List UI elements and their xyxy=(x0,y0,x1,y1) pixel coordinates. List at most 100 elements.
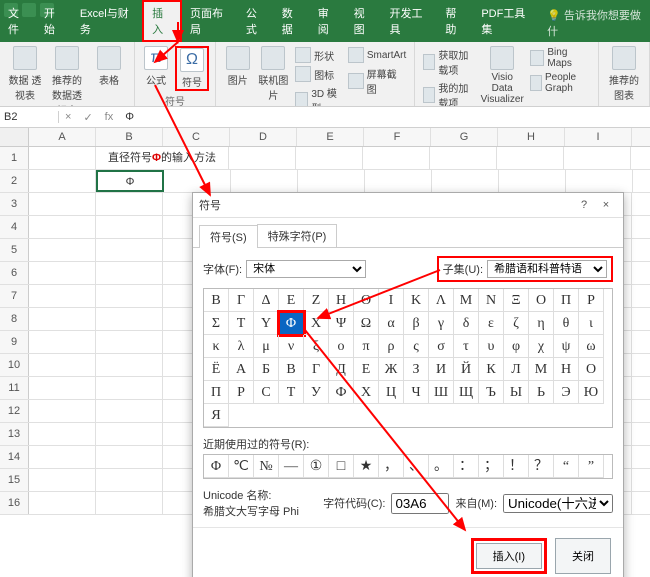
cell[interactable] xyxy=(29,308,96,330)
symbol-cell[interactable]: θ xyxy=(554,312,579,335)
symbol-cell[interactable]: σ xyxy=(429,335,454,358)
btn-rec-pivot[interactable]: 推荐的 数据透视表 xyxy=(48,46,86,107)
fx-value[interactable]: Φ xyxy=(119,111,140,123)
cell[interactable] xyxy=(29,147,96,169)
cell[interactable] xyxy=(29,170,96,192)
symbol-cell[interactable]: Π xyxy=(554,289,579,312)
row-header[interactable]: 5 xyxy=(0,239,29,261)
cell[interactable] xyxy=(96,285,163,307)
tab-home[interactable]: 开始 xyxy=(36,2,72,42)
symbol-cell[interactable]: Щ xyxy=(454,381,479,404)
fx-enter[interactable]: ✓ xyxy=(77,111,98,124)
subset-select[interactable]: 希腊语和科普特语 xyxy=(487,260,607,278)
symbol-cell[interactable]: Ш xyxy=(429,381,454,404)
symbol-cell[interactable]: Г xyxy=(304,358,329,381)
btn-shapes[interactable]: 形状 xyxy=(293,46,342,64)
symbol-cell[interactable]: Ε xyxy=(279,289,304,312)
symbol-cell[interactable]: Б xyxy=(254,358,279,381)
btn-symbol[interactable]: Ω符号 xyxy=(175,46,209,91)
insert-button[interactable]: 插入(I) xyxy=(476,543,542,569)
cell[interactable] xyxy=(96,331,163,353)
row-header[interactable]: 11 xyxy=(0,377,29,399)
tab-review[interactable]: 审阅 xyxy=(310,2,346,42)
recent-symbol-cell[interactable]: — xyxy=(279,455,304,478)
recent-symbol-cell[interactable]: ？ xyxy=(529,455,554,478)
recent-symbol-cell[interactable]: ！ xyxy=(504,455,529,478)
symbol-cell[interactable]: Ё xyxy=(204,358,229,381)
row-header[interactable]: 16 xyxy=(0,492,29,514)
dialog-tab-symbols[interactable]: 符号(S) xyxy=(199,225,258,248)
symbol-cell[interactable]: Ρ xyxy=(579,289,604,312)
cell[interactable] xyxy=(96,423,163,445)
row-header[interactable]: 15 xyxy=(0,469,29,491)
cell[interactable] xyxy=(430,147,497,169)
symbol-cell[interactable]: Χ xyxy=(304,312,329,335)
symbol-cell[interactable]: П xyxy=(204,381,229,404)
symbol-cell[interactable]: Υ xyxy=(254,312,279,335)
symbol-cell[interactable]: ψ xyxy=(554,335,579,358)
symbol-cell[interactable]: Ζ xyxy=(304,289,329,312)
dialog-tab-special[interactable]: 特殊字符(P) xyxy=(257,224,338,247)
btn-3d-model[interactable]: 3D 模型 xyxy=(293,84,342,107)
symbol-cell[interactable]: Τ xyxy=(229,312,254,335)
symbol-cell[interactable]: ς xyxy=(404,335,429,358)
symbol-cell[interactable]: π xyxy=(354,335,379,358)
cell[interactable] xyxy=(365,170,432,192)
recent-symbol-cell[interactable]: ； xyxy=(479,455,504,478)
symbol-cell[interactable]: Ф xyxy=(329,381,354,404)
close-button[interactable]: 关闭 xyxy=(555,538,611,574)
cell[interactable] xyxy=(363,147,430,169)
symbol-cell[interactable]: Ξ xyxy=(504,289,529,312)
symbol-cell[interactable]: κ xyxy=(204,335,229,358)
name-box[interactable]: B2 xyxy=(0,111,59,123)
symbol-cell[interactable]: υ xyxy=(479,335,504,358)
symbol-cell[interactable]: Ψ xyxy=(329,312,354,335)
row-header[interactable]: 13 xyxy=(0,423,29,445)
tab-help[interactable]: 帮助 xyxy=(437,2,473,42)
col-header[interactable]: E xyxy=(297,128,364,146)
symbol-cell[interactable]: Й xyxy=(454,358,479,381)
symbol-cell[interactable]: Η xyxy=(329,289,354,312)
row-header[interactable]: 1 xyxy=(0,147,29,169)
symbol-cell[interactable]: Д xyxy=(329,358,354,381)
col-header[interactable]: F xyxy=(364,128,431,146)
symbol-cell[interactable]: В xyxy=(279,358,304,381)
symbol-cell[interactable]: ζ xyxy=(504,312,529,335)
symbol-cell[interactable]: Ι xyxy=(379,289,404,312)
btn-picture[interactable]: 图片 xyxy=(222,46,254,87)
cell[interactable] xyxy=(96,377,163,399)
row-header[interactable]: 9 xyxy=(0,331,29,353)
cell[interactable] xyxy=(296,147,363,169)
tab-pdf[interactable]: PDF工具集 xyxy=(473,2,539,42)
symbol-cell[interactable]: Х xyxy=(354,381,379,404)
symbol-cell[interactable]: Ж xyxy=(379,358,404,381)
cell[interactable] xyxy=(96,400,163,422)
symbol-cell[interactable]: ξ xyxy=(304,335,329,358)
row-header[interactable]: 10 xyxy=(0,354,29,376)
select-all-corner[interactable] xyxy=(0,128,29,146)
cell[interactable] xyxy=(29,377,96,399)
recent-symbol-cell[interactable]: ， xyxy=(379,455,404,478)
symbol-cell[interactable]: Ю xyxy=(579,381,604,404)
row-header[interactable]: 7 xyxy=(0,285,29,307)
cell[interactable] xyxy=(29,239,96,261)
recent-symbol-cell[interactable]: 、 xyxy=(404,455,429,478)
col-header[interactable]: G xyxy=(431,128,498,146)
row-header[interactable]: 2 xyxy=(0,170,29,192)
symbol-cell[interactable]: Я xyxy=(204,404,229,427)
symbol-cell[interactable]: У xyxy=(304,381,329,404)
symbol-cell[interactable]: О xyxy=(579,358,604,381)
symbol-cell[interactable]: Э xyxy=(554,381,579,404)
symbol-cell[interactable]: τ xyxy=(454,335,479,358)
symbol-cell[interactable]: ι xyxy=(579,312,604,335)
symbol-cell[interactable]: Λ xyxy=(429,289,454,312)
cell[interactable] xyxy=(29,193,96,215)
btn-visio[interactable]: Visio Data Visualizer xyxy=(481,46,524,105)
symbol-cell[interactable]: Σ xyxy=(204,312,229,335)
symbol-cell[interactable]: Ы xyxy=(504,381,529,404)
cell[interactable] xyxy=(96,469,163,491)
col-header[interactable]: A xyxy=(29,128,96,146)
btn-pivot-table[interactable]: 数据 透视表 xyxy=(6,46,44,102)
tab-insert[interactable]: 插入 xyxy=(142,0,182,42)
symbol-cell[interactable]: Е xyxy=(354,358,379,381)
